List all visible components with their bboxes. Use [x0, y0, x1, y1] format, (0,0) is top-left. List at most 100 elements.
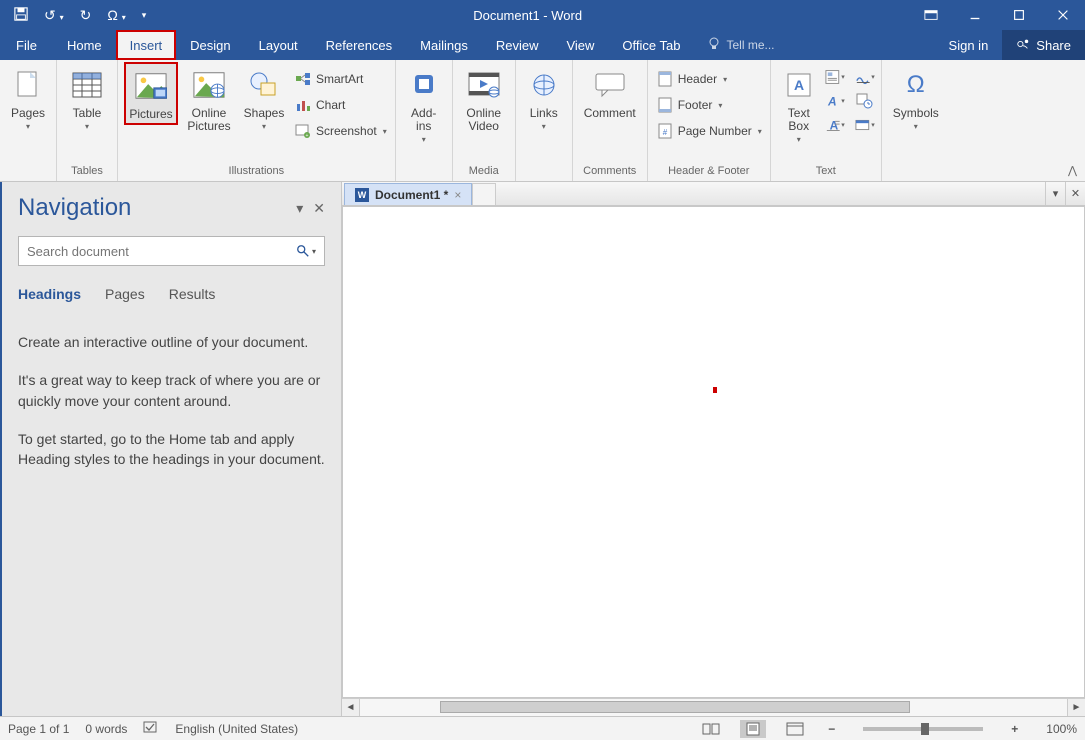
maximize-button[interactable] — [997, 0, 1041, 30]
header-button[interactable]: Header ▾ — [654, 68, 764, 90]
save-icon[interactable] — [14, 7, 28, 24]
date-time-icon[interactable] — [855, 92, 875, 110]
symbol-icon[interactable]: Ω ▾ — [107, 7, 125, 23]
status-language[interactable]: English (United States) — [175, 722, 298, 736]
new-tab-button[interactable] — [472, 183, 496, 205]
text-box-label: Text Box — [788, 107, 810, 133]
close-tab-icon[interactable]: × — [454, 188, 461, 202]
navigation-title: Navigation — [18, 194, 131, 222]
tab-mailings[interactable]: Mailings — [406, 30, 482, 60]
pages-button[interactable]: Pages ▾ — [6, 62, 50, 134]
quick-parts-icon[interactable]: ▾ — [825, 68, 845, 86]
tab-view[interactable]: View — [552, 30, 608, 60]
document-tab-strip: W Document1 * × ▾ ✕ — [342, 182, 1085, 206]
tab-home[interactable]: Home — [53, 30, 116, 60]
online-video-label: Online Video — [466, 107, 501, 133]
collapse-ribbon-icon[interactable]: ⋀ — [1068, 164, 1077, 177]
close-button[interactable] — [1041, 0, 1085, 30]
document-area: W Document1 * × ▾ ✕ ◄ ► — [342, 182, 1085, 716]
spell-check-icon[interactable] — [143, 720, 159, 737]
status-page[interactable]: Page 1 of 1 — [8, 722, 69, 736]
dropdown-icon: ▾ — [718, 101, 722, 110]
online-video-button[interactable]: Online Video — [459, 62, 509, 136]
tab-insert[interactable]: Insert — [116, 30, 177, 60]
svg-text:A: A — [827, 95, 837, 109]
shapes-label: Shapes — [244, 107, 285, 120]
text-box-button[interactable]: A Text Box ▾ — [777, 62, 821, 147]
shapes-button[interactable]: Shapes ▾ — [240, 62, 288, 134]
screenshot-button[interactable]: + Screenshot ▾ — [292, 120, 389, 142]
tab-file[interactable]: File — [0, 30, 53, 60]
footer-button[interactable]: Footer ▾ — [654, 94, 764, 116]
zoom-out-button[interactable]: − — [824, 722, 839, 736]
nav-tab-headings[interactable]: Headings — [18, 286, 81, 302]
symbols-button[interactable]: Ω Symbols ▾ — [888, 62, 944, 134]
tab-references[interactable]: References — [312, 30, 406, 60]
web-layout-icon[interactable] — [782, 720, 808, 738]
search-document[interactable]: ▾ — [18, 236, 325, 266]
status-words[interactable]: 0 words — [85, 722, 127, 736]
signature-line-icon[interactable]: ▾ — [855, 68, 875, 86]
nav-text-1: Create an interactive outline of your do… — [18, 332, 325, 352]
wordart-icon[interactable]: A▾ — [825, 92, 845, 110]
search-button[interactable]: ▾ — [288, 244, 324, 258]
nav-tab-pages[interactable]: Pages — [105, 286, 145, 302]
zoom-slider[interactable] — [863, 727, 983, 731]
group-tables: Table ▾ Tables — [57, 60, 118, 181]
table-button[interactable]: Table ▾ — [63, 62, 111, 134]
dropdown-icon: ▾ — [262, 122, 266, 131]
window-controls — [909, 0, 1085, 30]
tab-office-tab[interactable]: Office Tab — [608, 30, 694, 60]
scroll-track[interactable] — [360, 699, 1067, 716]
tab-design[interactable]: Design — [176, 30, 244, 60]
tell-me-search[interactable]: Tell me... — [694, 30, 788, 60]
object-icon[interactable]: ▾ — [855, 116, 875, 134]
search-input[interactable] — [19, 244, 288, 259]
scroll-right-icon[interactable]: ► — [1067, 699, 1085, 716]
scroll-left-icon[interactable]: ◄ — [342, 699, 360, 716]
sign-in-button[interactable]: Sign in — [935, 30, 1003, 60]
online-pictures-button[interactable]: Online Pictures — [182, 62, 236, 136]
pictures-button[interactable]: Pictures — [124, 62, 178, 125]
drop-cap-icon[interactable]: A▾ — [825, 116, 845, 134]
zoom-in-button[interactable]: + — [1007, 722, 1022, 736]
scroll-thumb[interactable] — [440, 701, 910, 713]
tab-review[interactable]: Review — [482, 30, 553, 60]
read-mode-icon[interactable] — [698, 720, 724, 738]
document-tab[interactable]: W Document1 * × — [344, 183, 472, 205]
zoom-level[interactable]: 100% — [1046, 722, 1077, 736]
ribbon-display-icon[interactable] — [909, 0, 953, 30]
share-button[interactable]: Share — [1002, 30, 1085, 60]
links-button[interactable]: Links ▾ — [522, 62, 566, 134]
minimize-button[interactable] — [953, 0, 997, 30]
tab-layout[interactable]: Layout — [245, 30, 312, 60]
smartart-button[interactable]: SmartArt — [292, 68, 389, 90]
group-pages: Pages ▾ — [0, 60, 57, 181]
zoom-thumb[interactable] — [921, 723, 929, 735]
nav-tab-results[interactable]: Results — [169, 286, 216, 302]
tab-close-icon[interactable]: ✕ — [1065, 182, 1085, 205]
nav-options-icon[interactable]: ▾ — [296, 200, 303, 217]
comment-button[interactable]: Comment — [579, 62, 641, 123]
chart-button[interactable]: Chart — [292, 94, 389, 116]
dropdown-icon: ▾ — [422, 135, 426, 144]
share-icon — [1016, 37, 1030, 54]
group-illustrations-label: Illustrations — [124, 163, 389, 181]
dropdown-icon: ▾ — [85, 122, 89, 131]
dropdown-icon: ▾ — [542, 122, 546, 131]
dropdown-icon: ▾ — [383, 127, 387, 136]
tab-options-icon[interactable]: ▾ — [1045, 182, 1065, 205]
redo-icon[interactable]: ↻ — [80, 7, 92, 24]
document-page[interactable] — [342, 206, 1085, 698]
nav-close-icon[interactable]: ✕ — [313, 200, 325, 217]
dropdown-icon: ▾ — [914, 122, 918, 131]
undo-icon[interactable]: ↺ ▾ — [44, 7, 64, 24]
page-number-button[interactable]: # Page Number ▾ — [654, 120, 764, 142]
page-number-icon: # — [656, 122, 674, 140]
horizontal-scrollbar[interactable]: ◄ ► — [342, 698, 1085, 716]
group-text-label: Text — [777, 163, 875, 181]
print-layout-icon[interactable] — [740, 720, 766, 738]
addins-button[interactable]: Add- ins ▾ — [402, 62, 446, 147]
svg-text:A: A — [794, 77, 804, 93]
addins-icon — [408, 69, 440, 101]
